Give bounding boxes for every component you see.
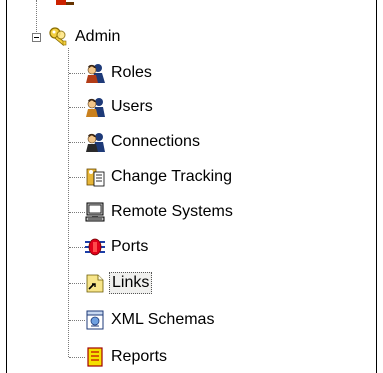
tree-node-label: Change Tracking (111, 168, 232, 185)
tree-branch (69, 212, 85, 213)
tree-node-remote-systems[interactable]: Remote Systems (84, 199, 235, 225)
tree-node-reports[interactable]: Reports (84, 344, 169, 370)
child-tree-line (68, 48, 69, 357)
tree-branch (69, 73, 85, 74)
tree-node-change-tracking[interactable]: Change Tracking (84, 164, 234, 190)
left-border (6, 0, 7, 373)
tree-node-admin[interactable]: Admin (48, 24, 122, 50)
tree-node-users[interactable]: Users (84, 94, 155, 120)
tree-branch (69, 320, 85, 321)
tree-branch (69, 283, 85, 284)
tree-node-label: Admin (75, 28, 121, 45)
admin-tree-view: Admin Roles Users Connections Change Tra… (0, 0, 383, 373)
tree-node-ports[interactable]: Ports (84, 234, 150, 260)
tree-branch (69, 357, 85, 358)
change-tracking-icon (84, 166, 106, 188)
tree-node-label: Ports (111, 238, 149, 255)
tree-node-xml-schemas[interactable]: XML Schemas (84, 307, 216, 333)
tree-node-label: Connections (111, 133, 200, 150)
collapse-expander[interactable] (32, 33, 41, 42)
tree-node-label: Users (111, 98, 153, 115)
computer-icon (84, 201, 106, 223)
users-group-icon (84, 62, 106, 84)
link-icon (84, 272, 106, 294)
tree-node-roles[interactable]: Roles (84, 60, 154, 86)
xml-schema-icon (84, 309, 106, 331)
user-group-icon (84, 96, 106, 118)
tree-branch (69, 247, 85, 248)
connections-group-icon (84, 131, 106, 153)
parent-tree-line (36, 0, 37, 34)
reports-icon (84, 346, 106, 368)
right-border (376, 0, 377, 373)
tree-node-label: Reports (111, 348, 168, 365)
tree-node-label: Remote Systems (111, 203, 233, 220)
previous-node-icon (56, 0, 74, 5)
tree-branch (69, 107, 85, 108)
tree-node-label: Links (109, 272, 153, 294)
tree-node-label: Roles (111, 64, 152, 81)
tree-branch (69, 142, 85, 143)
tree-branch (69, 177, 85, 178)
tree-node-label: XML Schemas (111, 311, 215, 328)
port-icon (84, 236, 106, 258)
tree-node-connections[interactable]: Connections (84, 129, 202, 155)
key-icon (48, 26, 70, 48)
tree-node-links[interactable]: Links (84, 270, 153, 296)
